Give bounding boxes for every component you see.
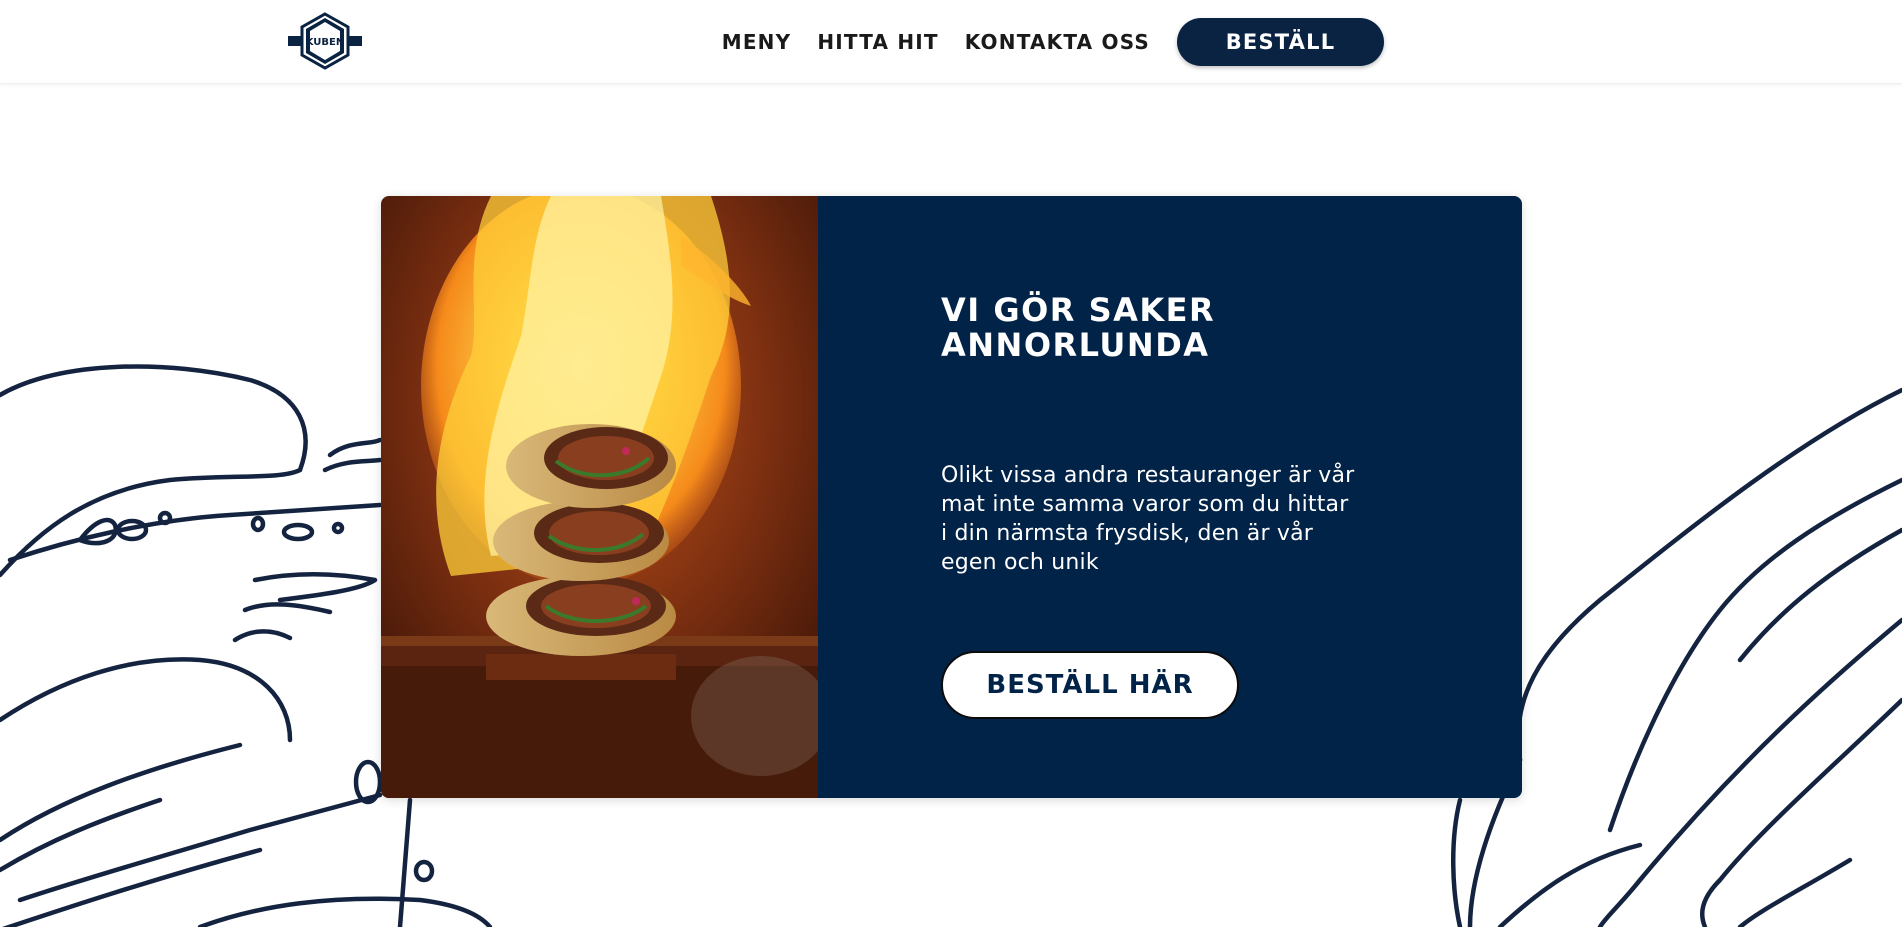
hero-title: VI GÖR SAKER ANNORLUNDA: [941, 293, 1361, 363]
logo-text: KUBEN: [306, 37, 345, 48]
order-button[interactable]: BESTÄLL: [1177, 18, 1384, 66]
order-here-button[interactable]: BESTÄLL HÄR: [941, 651, 1239, 719]
hero-text-panel: VI GÖR SAKER ANNORLUNDA Olikt vissa andr…: [818, 196, 1522, 798]
nav-link-hitta-hit[interactable]: HITTA HIT: [817, 30, 938, 54]
hero-description: Olikt vissa andra restauranger är vår ma…: [941, 463, 1355, 575]
wrap-stack: [486, 424, 676, 656]
main-nav: MENY HITTA HIT KONTAKTA OSS BESTÄLL: [722, 0, 1384, 84]
hero-title-line-1: VI GÖR SAKER: [941, 291, 1216, 329]
kuben-logo[interactable]: KUBEN: [288, 12, 362, 70]
site-header: KUBEN MENY HITTA HIT KONTAKTA OSS BESTÄL…: [0, 0, 1902, 84]
wrap-flames-illustration: [381, 196, 818, 798]
hero-food-image: [381, 196, 818, 798]
hero-card: VI GÖR SAKER ANNORLUNDA Olikt vissa andr…: [381, 196, 1522, 798]
nav-link-meny[interactable]: MENY: [722, 30, 792, 54]
nav-link-kontakta-oss[interactable]: KONTAKTA OSS: [965, 30, 1150, 54]
hero-title-line-2: ANNORLUNDA: [941, 326, 1210, 364]
logo-hexagon-icon: KUBEN: [288, 12, 362, 70]
